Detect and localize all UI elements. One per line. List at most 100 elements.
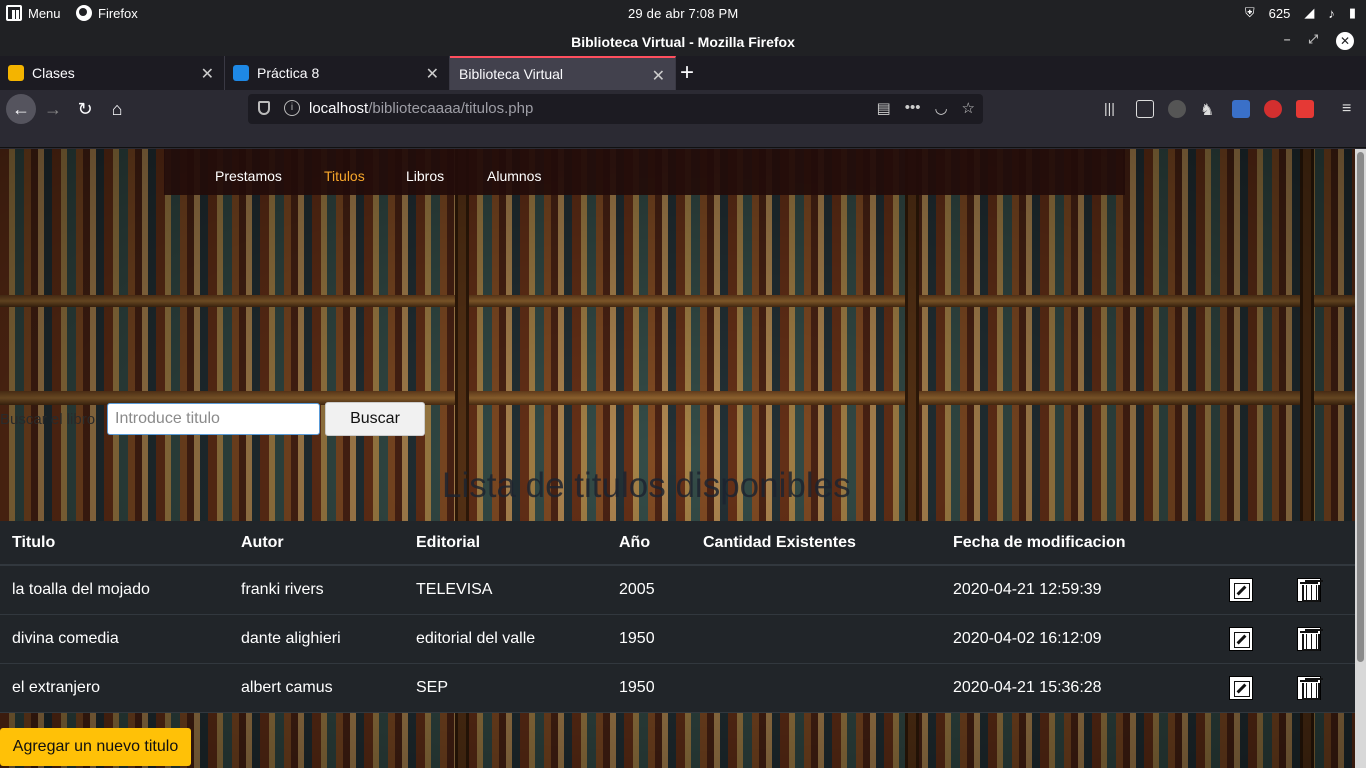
column-header: Cantidad Existentes: [691, 521, 941, 566]
sidebar-icon[interactable]: [1136, 100, 1154, 118]
reader-view-icon[interactable]: ▤: [877, 99, 891, 117]
extension-icon[interactable]: ♞: [1200, 100, 1218, 119]
os-app-label: Firefox: [98, 5, 138, 21]
url-bar[interactable]: i localhost/bibliotecaaaa/titulos.php ▤ …: [248, 94, 983, 124]
tab-strip: Clases ✕ Práctica 8 ✕ Biblioteca Virtual…: [0, 56, 1366, 90]
cell-titulo: la toalla del mojado: [0, 565, 229, 615]
titles-table: Titulo Autor Editorial Año Cantidad Exis…: [0, 521, 1355, 713]
column-header-delete: [1285, 521, 1355, 566]
search-input[interactable]: [107, 403, 320, 435]
os-menu-label: Menu: [28, 5, 61, 21]
close-window-icon[interactable]: ✕: [1336, 32, 1354, 50]
window-title: Biblioteca Virtual - Mozilla Firefox: [571, 34, 795, 50]
tab-clases[interactable]: Clases ✕: [0, 56, 225, 90]
scrollbar-thumb[interactable]: [1357, 152, 1364, 662]
search-label: Buscar el libro: [0, 411, 96, 428]
shield-icon[interactable]: ⛨: [1245, 5, 1255, 21]
translate-icon[interactable]: [1232, 100, 1250, 118]
column-header: Autor: [229, 521, 404, 566]
menu-logo-icon: [6, 5, 22, 21]
nav-item-alumnos[interactable]: Alumnos: [487, 168, 541, 184]
url-host: localhost: [309, 100, 369, 117]
os-top-panel: Menu Firefox 29 de abr 7:08 PM ⛨ 625 ◢ ♪…: [0, 0, 1366, 28]
edit-icon[interactable]: [1229, 675, 1253, 700]
column-header: Año: [607, 521, 691, 566]
tab-label: Clases: [32, 65, 75, 81]
bookmark-star-icon[interactable]: ☆: [962, 99, 975, 117]
cell-editorial: editorial del valle: [404, 614, 607, 664]
tray-number[interactable]: 625: [1269, 6, 1291, 21]
cell-anio: 1950: [607, 663, 691, 713]
tab-biblioteca-virtual[interactable]: Biblioteca Virtual ✕: [450, 56, 676, 90]
adblock-icon[interactable]: [1264, 100, 1282, 118]
cell-anio: 1950: [607, 614, 691, 664]
trash-icon[interactable]: [1297, 626, 1321, 651]
home-icon[interactable]: ⌂: [102, 94, 132, 124]
extension-icon[interactable]: [1168, 100, 1186, 118]
close-tab-icon[interactable]: ✕: [652, 66, 665, 86]
tab-label: Práctica 8: [257, 65, 320, 81]
wifi-icon[interactable]: ◢: [1304, 5, 1314, 21]
table-header-row: Titulo Autor Editorial Año Cantidad Exis…: [0, 521, 1355, 566]
column-header: Editorial: [404, 521, 607, 566]
cell-cantidad: [691, 565, 941, 615]
battery-icon[interactable]: ▮: [1349, 5, 1356, 21]
site-navbar: Prestamos Titulos Libros Alumnos: [164, 149, 1125, 195]
cell-titulo: divina comedia: [0, 614, 229, 664]
volume-icon[interactable]: ♪: [1328, 6, 1335, 21]
os-menu-button[interactable]: Menu: [6, 5, 61, 21]
hamburger-menu-icon[interactable]: ≡: [1342, 100, 1360, 118]
column-header: Titulo: [0, 521, 229, 566]
back-icon[interactable]: ←: [6, 94, 36, 124]
add-title-button[interactable]: Agregar un nuevo titulo: [0, 728, 191, 766]
nav-item-titulos[interactable]: Titulos: [324, 168, 365, 184]
classroom-icon: [8, 65, 24, 81]
nav-item-libros[interactable]: Libros: [406, 168, 444, 184]
edit-icon[interactable]: [1229, 577, 1253, 602]
trash-icon[interactable]: [1297, 675, 1321, 700]
table-row: la toalla del mojado franki rivers TELEV…: [0, 565, 1355, 615]
trash-icon[interactable]: [1297, 577, 1321, 602]
classroom-icon: [233, 65, 249, 81]
url-text[interactable]: localhost/bibliotecaaaa/titulos.php: [309, 100, 533, 117]
cell-fecha: 2020-04-02 16:12:09: [941, 614, 1217, 664]
column-header: Fecha de modificacion: [941, 521, 1217, 566]
page-actions-icon[interactable]: •••: [905, 99, 921, 117]
window-controls: – ⤢ ✕: [1284, 32, 1354, 50]
os-tray: ⛨ 625 ◢ ♪ ▮: [1245, 5, 1356, 21]
page-scrollbar[interactable]: [1355, 149, 1366, 768]
page-title: Lista de titulos disponibles: [442, 466, 851, 505]
tracking-shield-icon[interactable]: [258, 101, 270, 115]
maximize-icon[interactable]: ⤢: [1308, 32, 1318, 50]
url-actions: ▤ ••• ◡ ☆: [877, 99, 976, 117]
firefox-icon: [76, 5, 92, 21]
navigation-toolbar: ← → ↻ ⌂ i localhost/bibliotecaaaa/titulo…: [0, 90, 1366, 148]
close-tab-icon[interactable]: ✕: [201, 64, 214, 84]
cell-anio: 2005: [607, 565, 691, 615]
os-firefox-launcher[interactable]: Firefox: [76, 5, 138, 21]
toolbar-icons: ||| ♞ ≡: [1104, 100, 1360, 119]
minimize-icon[interactable]: –: [1284, 32, 1291, 50]
screenshot-icon[interactable]: [1296, 100, 1314, 118]
search-button[interactable]: Buscar: [325, 402, 425, 436]
os-clock[interactable]: 29 de abr 7:08 PM: [628, 6, 738, 21]
cell-editorial: SEP: [404, 663, 607, 713]
cell-cantidad: [691, 614, 941, 664]
column-header-edit: [1217, 521, 1285, 566]
page-viewport: Prestamos Titulos Libros Alumnos Buscar …: [0, 149, 1355, 768]
cell-autor: franki rivers: [229, 565, 404, 615]
url-path: /bibliotecaaaa/titulos.php: [368, 100, 534, 117]
cell-cantidad: [691, 663, 941, 713]
new-tab-icon[interactable]: +: [680, 59, 694, 87]
cell-autor: albert camus: [229, 663, 404, 713]
close-tab-icon[interactable]: ✕: [426, 64, 439, 84]
site-info-icon[interactable]: i: [284, 100, 300, 116]
pocket-icon[interactable]: ◡: [934, 99, 947, 117]
forward-icon[interactable]: →: [38, 94, 68, 124]
cell-autor: dante alighieri: [229, 614, 404, 664]
library-icon[interactable]: |||: [1104, 100, 1122, 118]
edit-icon[interactable]: [1229, 626, 1253, 651]
nav-item-prestamos[interactable]: Prestamos: [215, 168, 282, 184]
tab-practica-8[interactable]: Práctica 8 ✕: [225, 56, 450, 90]
reload-icon[interactable]: ↻: [70, 94, 100, 124]
